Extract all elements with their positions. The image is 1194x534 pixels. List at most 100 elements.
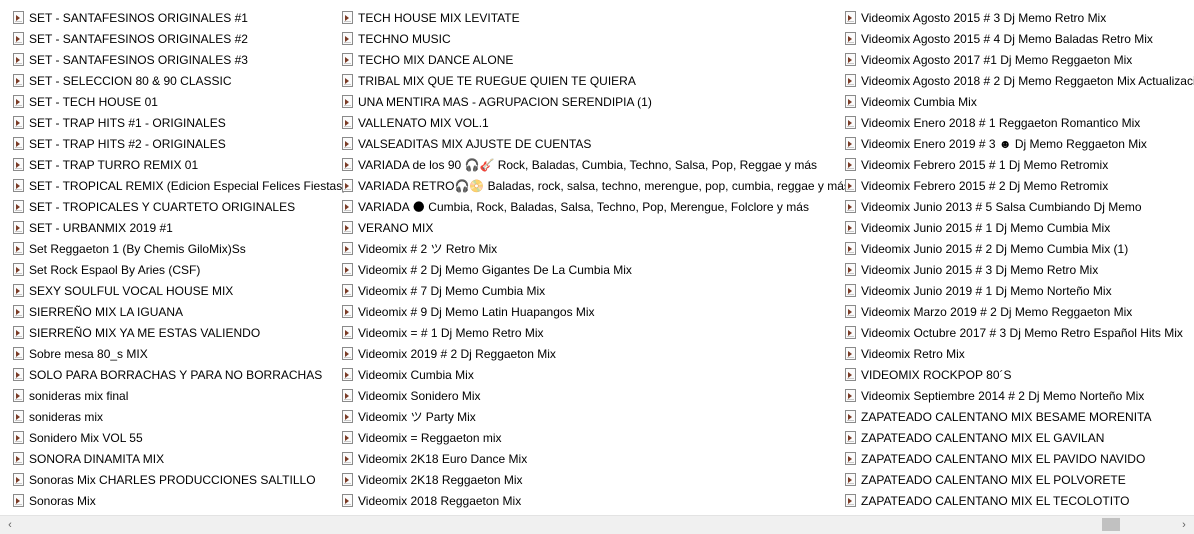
- video-file-icon: [845, 263, 856, 276]
- file-item[interactable]: Videomix Enero 2018 # 1 Reggaeton Romant…: [845, 112, 1194, 133]
- file-item[interactable]: Sonoras Mix CHARLES PRODUCCIONES SALTILL…: [13, 469, 331, 490]
- file-item[interactable]: SET - TROPICALES Y CUARTETO ORIGINALES: [13, 196, 331, 217]
- file-item[interactable]: Videomix Febrero 2015 # 1 Dj Memo Retrom…: [845, 154, 1194, 175]
- file-name: Videomix Septiembre 2014 # 2 Dj Memo Nor…: [861, 388, 1145, 403]
- file-item[interactable]: Videomix 2019 # 2 Dj Reggaeton Mix: [342, 343, 834, 364]
- file-item[interactable]: Videomix Octubre 2017 # 3 Dj Memo Retro …: [845, 322, 1194, 343]
- file-name: Videomix Junio 2015 # 3 Dj Memo Retro Mi…: [861, 262, 1099, 277]
- video-file-icon: [845, 347, 856, 360]
- file-item[interactable]: sonideras mix final: [13, 385, 331, 406]
- file-item[interactable]: ZAPATEADO CALENTANO MIX EL TECOLOTITO: [845, 490, 1194, 511]
- file-item[interactable]: VARIADA RETRO🎧📀 Baladas, rock, salsa, te…: [342, 175, 850, 196]
- file-item[interactable]: TRIBAL MIX QUE TE RUEGUE QUIEN TE QUIERA: [342, 70, 834, 91]
- file-item[interactable]: ZAPATEADO CALENTANO MIX EL PAVIDO NAVIDO: [845, 448, 1194, 469]
- file-item[interactable]: Videomix = # 1 Dj Memo Retro Mix: [342, 322, 834, 343]
- file-item[interactable]: sonideras mix: [13, 406, 331, 427]
- file-item[interactable]: Videomix Junio 2015 # 2 Dj Memo Cumbia M…: [845, 238, 1194, 259]
- file-name: Videomix Marzo 2019 # 2 Dj Memo Reggaeto…: [861, 304, 1133, 319]
- file-item[interactable]: Videomix Enero 2019 # 3 ☻ Dj Memo Reggae…: [845, 133, 1194, 154]
- video-file-icon: [342, 158, 353, 171]
- video-file-icon: [342, 389, 353, 402]
- file-item[interactable]: SET - TECH HOUSE 01: [13, 91, 331, 112]
- file-item[interactable]: SET - TRAP HITS #2 - ORIGINALES: [13, 133, 331, 154]
- file-item[interactable]: SET - TRAP HITS #1 - ORIGINALES: [13, 112, 331, 133]
- scroll-thumb[interactable]: [1102, 518, 1120, 531]
- file-name: Videomix Junio 2013 # 5 Salsa Cumbiando …: [861, 199, 1142, 214]
- file-item[interactable]: Videomix Sonidero Mix: [342, 385, 834, 406]
- file-item[interactable]: TECHNO MUSIC: [342, 28, 834, 49]
- file-item[interactable]: Videomix 2018 Reggaeton Mix: [342, 490, 834, 511]
- file-name: Videomix 2018 Reggaeton Mix: [358, 493, 522, 508]
- file-item[interactable]: Videomix 2K18 Euro Dance Mix: [342, 448, 834, 469]
- file-item[interactable]: Sonoras Mix: [13, 490, 331, 511]
- file-name: sonideras mix: [29, 409, 104, 424]
- file-item[interactable]: VARIADA 🌑 Cumbia, Rock, Baladas, Salsa, …: [342, 196, 834, 217]
- file-item[interactable]: SET - TRAP TURRO REMIX 01: [13, 154, 331, 175]
- file-item[interactable]: Videomix Junio 2015 # 1 Dj Memo Cumbia M…: [845, 217, 1194, 238]
- file-item[interactable]: UNA MENTIRA MAS - AGRUPACION SERENDIPIA …: [342, 91, 834, 112]
- file-item[interactable]: SET - SANTAFESINOS ORIGINALES #3: [13, 49, 331, 70]
- video-file-icon: [13, 326, 24, 339]
- file-item[interactable]: Videomix Agosto 2018 # 2 Dj Memo Reggaet…: [845, 70, 1194, 91]
- file-name: VARIADA 🌑 Cumbia, Rock, Baladas, Salsa, …: [358, 199, 809, 214]
- file-item[interactable]: Videomix # 7 Dj Memo Cumbia Mix: [342, 280, 834, 301]
- file-item[interactable]: VALLENATO MIX VOL.1: [342, 112, 834, 133]
- file-name: SEXY SOULFUL VOCAL HOUSE MIX: [29, 283, 234, 298]
- file-item[interactable]: ZAPATEADO CALENTANO MIX BESAME MORENITA: [845, 406, 1194, 427]
- file-name: Sonidero Mix VOL 55: [29, 430, 143, 445]
- file-item[interactable]: TECHO MIX DANCE ALONE: [342, 49, 834, 70]
- file-item[interactable]: SET - SANTAFESINOS ORIGINALES #2: [13, 28, 331, 49]
- file-item[interactable]: SIERREÑO MIX LA IGUANA: [13, 301, 331, 322]
- file-item[interactable]: Set Reggaeton 1 (By Chemis GiloMix)Ss: [13, 238, 331, 259]
- video-file-icon: [342, 410, 353, 423]
- file-item[interactable]: Videomix = Reggaeton mix: [342, 427, 834, 448]
- file-name: VALSEADITAS MIX AJUSTE DE CUENTAS: [358, 136, 592, 151]
- file-item[interactable]: Videomix Marzo 2019 # 2 Dj Memo Reggaeto…: [845, 301, 1194, 322]
- file-item[interactable]: SET - TROPICAL REMIX (Edicion Especial F…: [13, 175, 346, 196]
- file-item[interactable]: VERANO MIX: [342, 217, 834, 238]
- file-item[interactable]: SOLO PARA BORRACHAS Y PARA NO BORRACHAS: [13, 364, 331, 385]
- file-item[interactable]: Videomix Agosto 2015 # 3 Dj Memo Retro M…: [845, 7, 1194, 28]
- file-item[interactable]: Videomix Cumbia Mix: [845, 91, 1194, 112]
- file-name: VARIADA de los 90 🎧🎸 Rock, Baladas, Cumb…: [358, 157, 817, 172]
- horizontal-scrollbar[interactable]: ‹ ›: [0, 515, 1194, 534]
- file-item[interactable]: VARIADA de los 90 🎧🎸 Rock, Baladas, Cumb…: [342, 154, 834, 175]
- file-item[interactable]: Videomix # 2 ツ Retro Mix: [342, 238, 834, 259]
- scroll-right-arrow-icon[interactable]: ›: [1176, 518, 1192, 532]
- file-name: Set Rock Espaol By Aries (CSF): [29, 262, 201, 277]
- file-item[interactable]: Videomix # 9 Dj Memo Latin Huapangos Mix: [342, 301, 834, 322]
- file-item[interactable]: VIDEOMIX ROCKPOP 80´S: [845, 364, 1194, 385]
- file-item[interactable]: VALSEADITAS MIX AJUSTE DE CUENTAS: [342, 133, 834, 154]
- video-file-icon: [342, 200, 353, 213]
- file-item[interactable]: Videomix # 2 Dj Memo Gigantes De La Cumb…: [342, 259, 834, 280]
- file-item[interactable]: Videomix Junio 2013 # 5 Salsa Cumbiando …: [845, 196, 1194, 217]
- file-item[interactable]: ZAPATEADO CALENTANO MIX EL POLVORETE: [845, 469, 1194, 490]
- scroll-left-arrow-icon[interactable]: ‹: [2, 518, 18, 532]
- video-file-icon: [13, 74, 24, 87]
- file-item[interactable]: Sobre mesa 80_s MIX: [13, 343, 331, 364]
- file-item[interactable]: Videomix ツ Party Mix: [342, 406, 834, 427]
- video-file-icon: [342, 221, 353, 234]
- file-name: Videomix = Reggaeton mix: [358, 430, 502, 445]
- file-item[interactable]: Videomix Retro Mix: [845, 343, 1194, 364]
- file-item[interactable]: Videomix 2K18 Reggaeton Mix: [342, 469, 834, 490]
- file-item[interactable]: SONORA DINAMITA MIX: [13, 448, 331, 469]
- file-item[interactable]: Sonidero Mix VOL 55: [13, 427, 331, 448]
- file-item[interactable]: SIERREÑO MIX YA ME ESTAS VALIENDO: [13, 322, 331, 343]
- file-item[interactable]: Videomix Febrero 2015 # 2 Dj Memo Retrom…: [845, 175, 1194, 196]
- file-item[interactable]: Videomix Septiembre 2014 # 2 Dj Memo Nor…: [845, 385, 1194, 406]
- file-item[interactable]: SET - SANTAFESINOS ORIGINALES #1: [13, 7, 331, 28]
- video-file-icon: [845, 368, 856, 381]
- file-item[interactable]: Videomix Junio 2015 # 3 Dj Memo Retro Mi…: [845, 259, 1194, 280]
- file-item[interactable]: Videomix Agosto 2015 # 4 Dj Memo Baladas…: [845, 28, 1194, 49]
- file-item[interactable]: ZAPATEADO CALENTANO MIX EL GAVILAN: [845, 427, 1194, 448]
- file-item[interactable]: TECH HOUSE MIX LEVITATE: [342, 7, 834, 28]
- file-item[interactable]: Set Rock Espaol By Aries (CSF): [13, 259, 331, 280]
- file-item[interactable]: Videomix Agosto 2017 #1 Dj Memo Reggaeto…: [845, 49, 1194, 70]
- file-item[interactable]: SEXY SOULFUL VOCAL HOUSE MIX: [13, 280, 331, 301]
- file-item[interactable]: Videomix Junio 2019 # 1 Dj Memo Norteño …: [845, 280, 1194, 301]
- file-item[interactable]: SET - SELECCION 80 & 90 CLASSIC: [13, 70, 331, 91]
- video-file-icon: [13, 179, 24, 192]
- file-item[interactable]: SET - URBANMIX 2019 #1: [13, 217, 331, 238]
- file-item[interactable]: Videomix Cumbia Mix: [342, 364, 834, 385]
